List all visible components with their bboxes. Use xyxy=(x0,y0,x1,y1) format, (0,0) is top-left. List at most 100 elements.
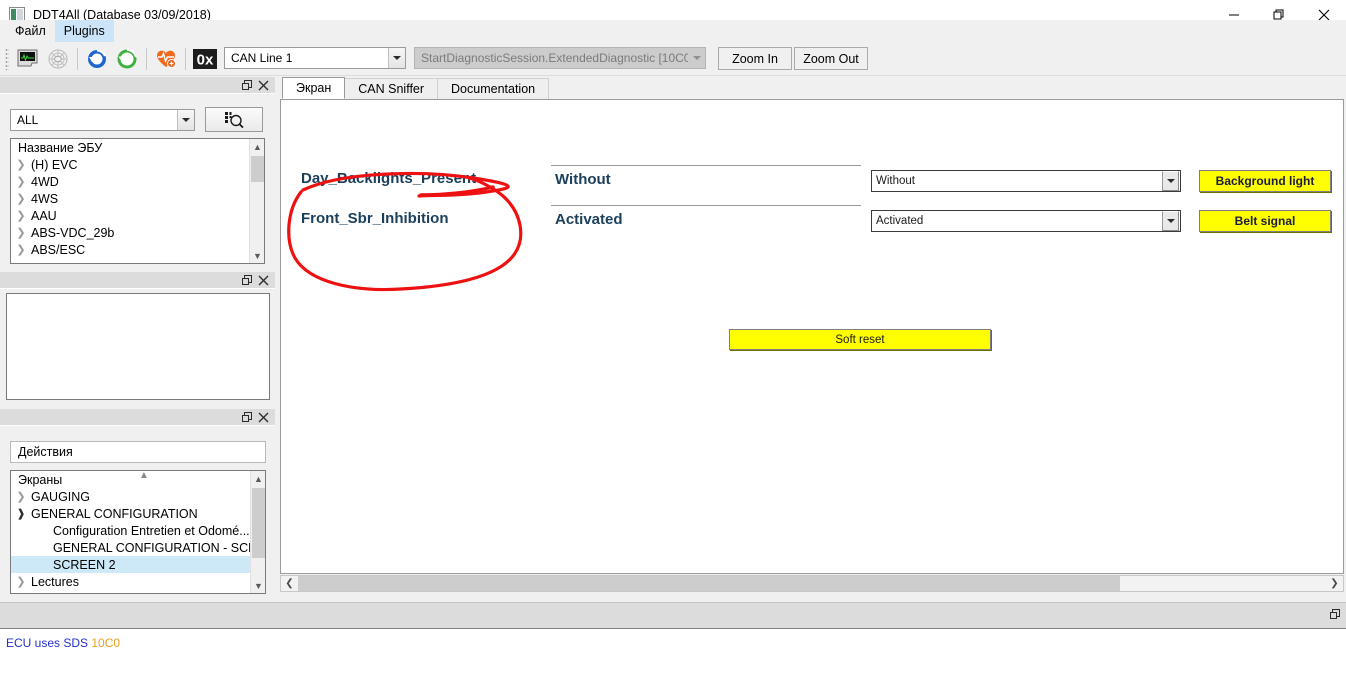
menu-item-file[interactable]: Файл xyxy=(6,20,55,42)
scrollbar-thumb[interactable] xyxy=(251,156,264,182)
list-item[interactable]: ❯ AAU xyxy=(11,207,249,224)
chevron-right-icon[interactable]: ❯ xyxy=(11,575,31,588)
heart-ecg-add-icon[interactable] xyxy=(151,44,181,74)
tree-item-label: GENERAL CONFIGURATION xyxy=(31,506,198,521)
scroll-right-icon[interactable]: ❯ xyxy=(1326,576,1343,591)
value-front-sbr-inhibition: Activated xyxy=(551,205,861,231)
background-light-button[interactable]: Background light xyxy=(1199,170,1331,192)
scroll-up-icon[interactable]: ▲ xyxy=(251,471,265,486)
chevron-down-icon[interactable] xyxy=(1162,211,1179,231)
list-item-label: AAU xyxy=(31,208,57,223)
status-bar xyxy=(0,602,1346,628)
chevron-down-icon[interactable] xyxy=(388,48,405,68)
tree-item-label: GAUGING xyxy=(31,489,91,504)
ecu-filter-value: ALL xyxy=(17,113,39,127)
belt-signal-button[interactable]: Belt signal xyxy=(1199,210,1331,232)
zoom-out-button[interactable]: Zoom Out xyxy=(794,47,868,70)
chevron-right-icon[interactable]: ❯ xyxy=(11,158,31,171)
log-pane[interactable]: ECU uses SDS 10C0 xyxy=(0,628,1346,693)
scroll-down-icon[interactable]: ▼ xyxy=(251,578,265,593)
tab-can-sniffer[interactable]: CAN Sniffer xyxy=(344,78,439,99)
chevron-right-icon[interactable]: ❯ xyxy=(11,226,31,239)
hex-0x-icon[interactable]: 0x xyxy=(190,44,220,74)
toolbar-grip[interactable] xyxy=(5,47,9,70)
menu-item-plugins[interactable]: Plugins xyxy=(54,20,114,42)
dropdown-value: Activated xyxy=(876,215,924,227)
close-icon[interactable] xyxy=(255,78,271,93)
tab-documentation[interactable]: Documentation xyxy=(437,78,550,99)
list-item[interactable]: ❯ (H) EVC xyxy=(11,156,249,173)
restore-icon[interactable] xyxy=(239,273,255,288)
can-line-select[interactable]: CAN Line 1 xyxy=(224,47,406,69)
restore-icon[interactable] xyxy=(239,410,255,425)
chevron-right-icon[interactable]: ❯ xyxy=(11,243,31,256)
diagnostic-session-select[interactable]: StartDiagnosticSession.ExtendedDiagnosti… xyxy=(414,47,706,69)
tree-item-label: Configuration Entretien et Odomé... xyxy=(53,523,250,538)
chevron-right-icon[interactable]: ❯ xyxy=(11,175,31,188)
tree-item-config-entretien[interactable]: Configuration Entretien et Odomé... xyxy=(11,522,250,539)
dropdown-day-backlights-present[interactable]: Without xyxy=(871,170,1181,192)
middle-panel-listbox[interactable] xyxy=(6,293,270,400)
tree-item-label: SCREEN 2 xyxy=(53,557,116,572)
toolbar-separator xyxy=(146,47,147,70)
restore-icon[interactable] xyxy=(239,78,255,93)
list-item-label: 4WS xyxy=(31,191,59,206)
chevron-right-icon[interactable]: ❯ xyxy=(11,490,31,503)
can-line-value: CAN Line 1 xyxy=(231,51,293,65)
blue-refresh-icon[interactable] xyxy=(82,44,112,74)
list-item[interactable]: ❯ 4WS xyxy=(11,190,249,207)
tree-item-gauging[interactable]: ❯ GAUGING xyxy=(11,488,250,505)
list-item[interactable]: ❯ ABS/ESC xyxy=(11,241,249,258)
toolbar-separator xyxy=(185,47,186,70)
canvas-horizontal-scrollbar[interactable]: ❮ ❯ xyxy=(280,575,1344,592)
chevron-down-icon[interactable] xyxy=(177,110,194,130)
actions-panel-header xyxy=(0,409,275,426)
tab-strip: Экран CAN Sniffer Documentation xyxy=(278,77,1346,99)
search-barcode-icon[interactable] xyxy=(205,107,263,132)
list-item[interactable]: ❯ 4WD xyxy=(11,173,249,190)
restore-icon[interactable] xyxy=(1330,608,1341,623)
tab-ekran[interactable]: Экран xyxy=(282,77,346,99)
tree-item-lectures[interactable]: ❯ Lectures xyxy=(11,573,250,590)
scroll-up-icon[interactable]: ▲ xyxy=(250,139,264,154)
ecu-list-header: Название ЭБУ xyxy=(18,140,103,155)
chevron-down-icon[interactable] xyxy=(1162,171,1179,191)
ecu-filter-select[interactable]: ALL xyxy=(10,109,195,131)
middle-panel-header xyxy=(0,272,275,289)
log-code: 10C0 xyxy=(91,636,121,650)
scroll-left-icon[interactable]: ❮ xyxy=(281,576,298,591)
green-refresh-icon[interactable] xyxy=(112,44,142,74)
list-item-label: ABS/ESC xyxy=(31,242,86,257)
log-message: ECU uses SDS xyxy=(6,636,89,650)
chevron-down-icon[interactable]: ❱ xyxy=(11,507,31,520)
close-icon[interactable] xyxy=(255,273,271,288)
ecu-list-scrollbar[interactable]: ▲ ▼ xyxy=(249,139,264,263)
tree-item-screen-2[interactable]: SCREEN 2 xyxy=(11,556,250,573)
screen-monitor-icon[interactable] xyxy=(13,44,43,74)
field-label-front-sbr-inhibition: Front_Sbr_Inhibition xyxy=(301,210,449,227)
list-item[interactable]: ❯ ABS-VDC_29b xyxy=(11,224,249,241)
soft-reset-button[interactable]: Soft reset xyxy=(729,329,991,350)
ecu-list-content: Название ЭБУ ❯ (H) EVC ❯ 4WD ❯ 4WS ❯ AAU… xyxy=(11,139,249,263)
chevron-right-icon[interactable]: ❯ xyxy=(11,192,31,205)
actions-search-input[interactable]: Действия xyxy=(10,441,266,463)
close-icon[interactable] xyxy=(255,410,271,425)
field-label-day-backlights-present: Day_Backlights_Present xyxy=(301,170,477,187)
screens-tree[interactable]: ▲ Экраны ❯ GAUGING ❱ GENERAL CONFIGURATI… xyxy=(10,470,266,594)
ecu-list[interactable]: Название ЭБУ ❯ (H) EVC ❯ 4WD ❯ 4WS ❯ AAU… xyxy=(10,138,265,264)
screens-tree-scrollbar[interactable]: ▲ ▼ xyxy=(250,471,265,593)
chevron-right-icon[interactable]: ❯ xyxy=(11,209,31,222)
tree-item-general-configuration-screen[interactable]: GENERAL CONFIGURATION - SCR... xyxy=(11,539,250,556)
main-area: Экран CAN Sniffer Documentation Day_Back… xyxy=(278,77,1346,599)
zoom-in-button[interactable]: Zoom In xyxy=(718,47,792,70)
screens-tree-content: Экраны ❯ GAUGING ❱ GENERAL CONFIGURATION… xyxy=(11,471,250,593)
scrollbar-thumb[interactable] xyxy=(252,488,265,558)
tree-item-label: Lectures xyxy=(31,574,79,589)
tree-item-general-configuration[interactable]: ❱ GENERAL CONFIGURATION xyxy=(11,505,250,522)
spider-web-icon[interactable] xyxy=(43,44,73,74)
scrollbar-thumb[interactable] xyxy=(298,576,1120,591)
screen-canvas: Day_Backlights_Present Without Without B… xyxy=(280,99,1344,574)
tree-item-label: GENERAL CONFIGURATION - SCR... xyxy=(53,540,250,555)
dropdown-front-sbr-inhibition[interactable]: Activated xyxy=(871,210,1181,232)
scroll-down-icon[interactable]: ▼ xyxy=(250,248,264,263)
